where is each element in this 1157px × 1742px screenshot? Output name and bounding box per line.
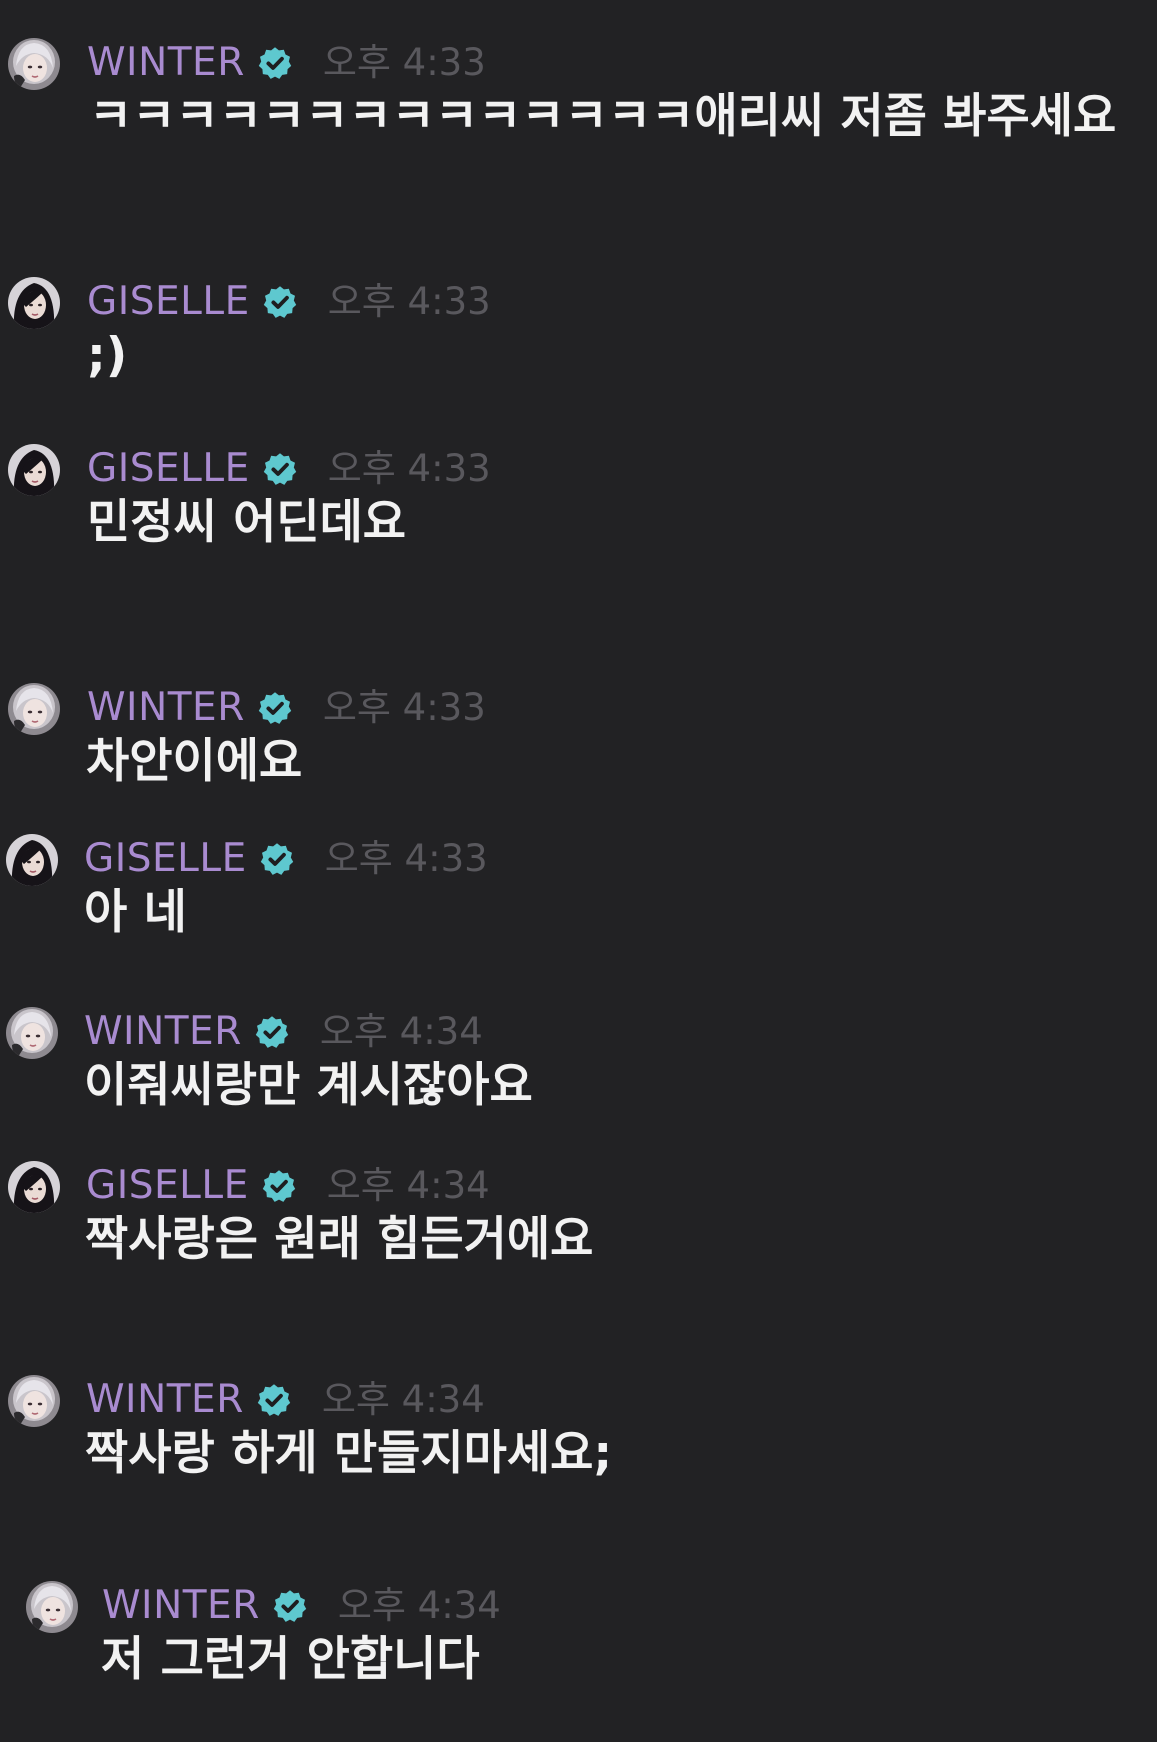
timestamp: 오후 4:34 [319,1010,483,1053]
message-text: 차안이에요 [86,734,303,789]
chat-message: GISELLE 오후 4:33 민정씨 어딘데요 [0,441,1157,581]
username[interactable]: WINTER [102,1581,260,1631]
chat-message: GISELLE 오후 4:33 ;) [0,274,1157,414]
chat-message: WINTER 오후 4:34 저 그런거 안합니다 [0,1578,1157,1718]
verified-icon [262,451,298,487]
verified-icon [257,690,293,726]
verified-icon [272,1588,308,1624]
message-text: 짝사랑은 원래 힘든거에요 [85,1212,594,1267]
message-text: ;) [87,328,128,383]
timestamp: 오후 4:33 [322,686,486,729]
message-text: ㅋㅋㅋㅋㅋㅋㅋㅋㅋㅋㅋㅋㅋㅋ애리씨 저좀 봐주세요 [89,89,1117,144]
verified-icon [257,45,293,81]
username[interactable]: WINTER [87,38,245,88]
chat-message: WINTER 오후 4:34 짝사랑 하게 만들지마세요; [0,1372,1157,1512]
username[interactable]: GISELLE [87,277,250,327]
winter-avatar[interactable] [26,1581,78,1633]
username[interactable]: WINTER [87,683,245,733]
giselle-avatar[interactable] [8,1161,60,1213]
winter-avatar[interactable] [8,38,60,90]
winter-avatar[interactable] [8,1375,60,1427]
chat-message: WINTER 오후 4:34 이줘씨랑만 계시잖아요 [0,1004,1157,1144]
verified-icon [261,1168,297,1204]
message-text: 저 그런거 안합니다 [101,1632,480,1687]
message-text: 짝사랑 하게 만들지마세요; [85,1426,613,1481]
chat-message: GISELLE 오후 4:34 짝사랑은 원래 힘든거에요 [0,1158,1157,1298]
message-header: GISELLE 오후 4:34 [86,1161,490,1211]
timestamp: 오후 4:34 [326,1164,490,1207]
message-header: WINTER 오후 4:33 [87,38,486,88]
message-text: 민정씨 어딘데요 [87,495,407,550]
message-header: WINTER 오후 4:34 [86,1375,485,1425]
username[interactable]: WINTER [86,1375,244,1425]
giselle-avatar[interactable] [8,277,60,329]
timestamp: 오후 4:33 [327,280,491,323]
timestamp: 오후 4:33 [322,41,486,84]
timestamp: 오후 4:34 [321,1378,485,1421]
username[interactable]: WINTER [84,1007,242,1057]
winter-avatar[interactable] [6,1007,58,1059]
verified-icon [256,1382,292,1418]
message-header: GISELLE 오후 4:33 [87,444,491,494]
message-text: 이줘씨랑만 계시잖아요 [84,1058,533,1113]
chat-message-list: WINTER 오후 4:33 ㅋㅋㅋㅋㅋㅋㅋㅋㅋㅋㅋㅋㅋㅋ애리씨 저좀 봐주세요… [0,0,1157,1742]
username[interactable]: GISELLE [87,444,250,494]
timestamp: 오후 4:34 [337,1584,501,1627]
winter-avatar[interactable] [8,683,60,735]
chat-message: GISELLE 오후 4:33 아 네 [0,831,1157,971]
verified-icon [254,1014,290,1050]
verified-icon [259,841,295,877]
username[interactable]: GISELLE [84,834,247,884]
message-header: GISELLE 오후 4:33 [84,834,488,884]
chat-message: WINTER 오후 4:33 차안이에요 [0,680,1157,820]
username[interactable]: GISELLE [86,1161,249,1211]
message-header: WINTER 오후 4:34 [102,1581,501,1631]
message-header: WINTER 오후 4:34 [84,1007,483,1057]
message-text: 아 네 [84,885,187,940]
verified-icon [262,284,298,320]
giselle-avatar[interactable] [8,444,60,496]
timestamp: 오후 4:33 [327,447,491,490]
chat-message: WINTER 오후 4:33 ㅋㅋㅋㅋㅋㅋㅋㅋㅋㅋㅋㅋㅋㅋ애리씨 저좀 봐주세요 [0,35,1157,175]
message-header: GISELLE 오후 4:33 [87,277,491,327]
timestamp: 오후 4:33 [324,837,488,880]
message-header: WINTER 오후 4:33 [87,683,486,733]
giselle-avatar[interactable] [6,834,58,886]
